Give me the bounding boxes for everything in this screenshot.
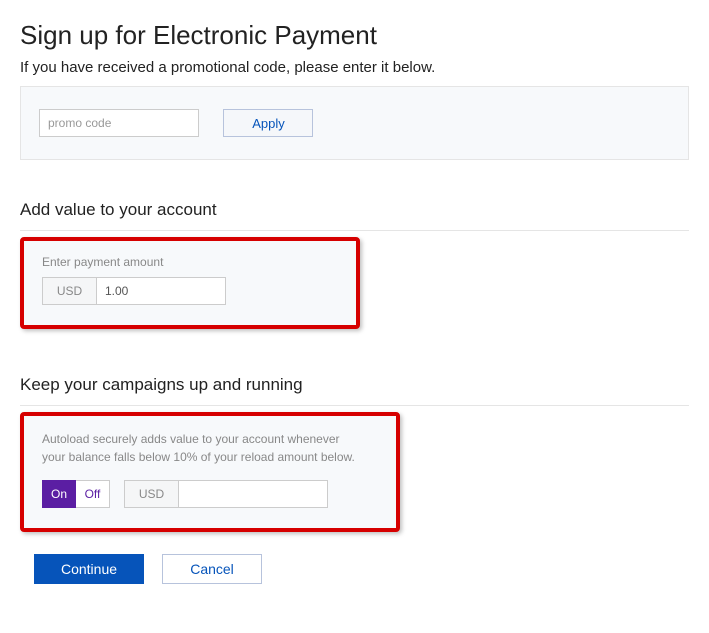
autoload-heading: Keep your campaigns up and running	[20, 375, 689, 395]
page-title: Sign up for Electronic Payment	[20, 20, 689, 51]
autoload-off-button[interactable]: Off	[76, 480, 110, 508]
autoload-controls: On Off USD	[42, 480, 378, 508]
divider	[20, 230, 689, 231]
add-value-heading: Add value to your account	[20, 200, 689, 220]
autoload-desc-line2: your balance falls below 10% of your rel…	[42, 450, 355, 464]
autoload-box: Autoload securely adds value to your acc…	[20, 412, 400, 532]
divider-2	[20, 405, 689, 406]
promo-section: Apply	[20, 86, 689, 160]
payment-amount-box: Enter payment amount USD	[20, 237, 360, 329]
payment-amount-row: USD	[42, 277, 338, 305]
reload-currency-label: USD	[124, 480, 178, 508]
apply-button[interactable]: Apply	[223, 109, 313, 137]
cancel-button[interactable]: Cancel	[162, 554, 262, 584]
signup-page: Sign up for Electronic Payment If you ha…	[0, 0, 709, 604]
page-subtitle: If you have received a promotional code,…	[20, 59, 689, 76]
continue-button[interactable]: Continue	[34, 554, 144, 584]
autoload-on-button[interactable]: On	[42, 480, 76, 508]
autoload-desc-line1: Autoload securely adds value to your acc…	[42, 432, 340, 446]
autoload-toggle: On Off	[42, 480, 110, 508]
promo-code-input[interactable]	[39, 109, 199, 137]
currency-label: USD	[42, 277, 96, 305]
autoload-description: Autoload securely adds value to your acc…	[42, 430, 378, 466]
reload-amount-input[interactable]	[178, 480, 328, 508]
action-buttons: Continue Cancel	[20, 554, 689, 584]
payment-amount-input[interactable]	[96, 277, 226, 305]
payment-amount-label: Enter payment amount	[42, 255, 338, 269]
